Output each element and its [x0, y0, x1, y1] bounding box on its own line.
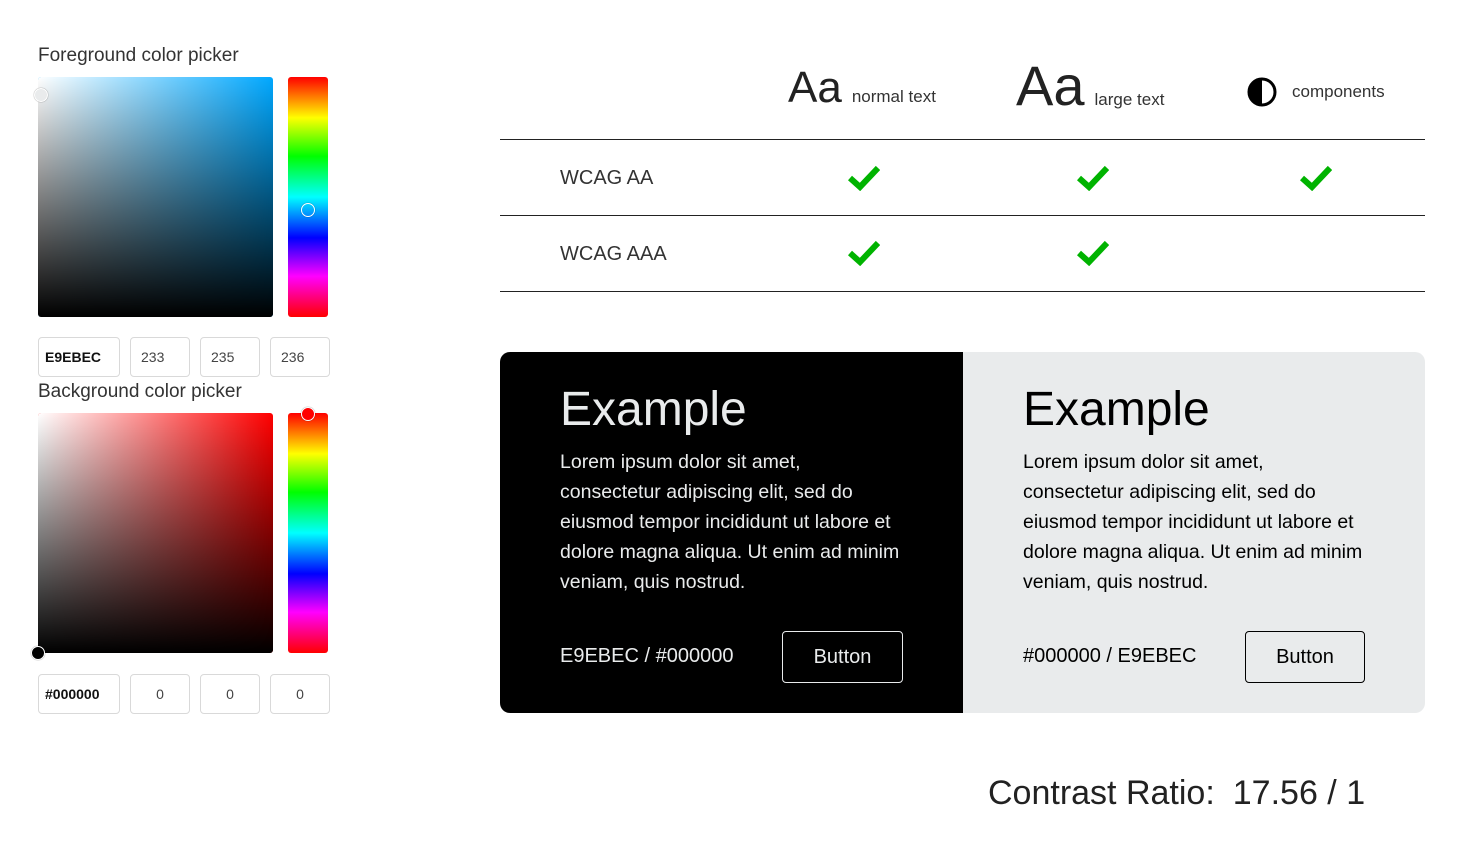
check-icon [848, 165, 880, 191]
foreground-green-input[interactable]: 235 [200, 337, 260, 377]
foreground-red-input[interactable]: 233 [130, 337, 190, 377]
foreground-picker-label: Foreground color picker [38, 45, 239, 66]
header-normal-text: Aa normal text [788, 66, 936, 110]
components-label: components [1292, 82, 1385, 101]
contrast-ratio-value: 17.56 / 1 [1232, 774, 1366, 812]
contrast-icon [1247, 77, 1277, 107]
background-blue-input[interactable]: 0 [270, 674, 330, 714]
dark-preview-color-pair: E9EBEC / #000000 [560, 645, 734, 667]
light-preview-button[interactable]: Button [1245, 631, 1365, 683]
foreground-saturation-value-area[interactable] [38, 77, 273, 317]
dark-preview-title: Example [560, 383, 747, 436]
contrast-ratio: Contrast Ratio: 17.56 / 1 [988, 774, 1365, 813]
foreground-hue-slider[interactable] [288, 77, 328, 317]
light-preview-color-pair: #000000 / E9EBEC [1023, 645, 1197, 667]
check-icon [1077, 165, 1109, 191]
contrast-ratio-label: Contrast Ratio: [988, 774, 1215, 812]
foreground-blue-input[interactable]: 236 [270, 337, 330, 377]
row-label-wcag-aaa: WCAG AAA [560, 243, 667, 265]
background-sv-handle[interactable] [31, 646, 45, 660]
background-hue-handle[interactable] [301, 407, 315, 421]
dark-preview-button[interactable]: Button [782, 631, 903, 683]
background-picker-label: Background color picker [38, 381, 242, 402]
background-green-input[interactable]: 0 [200, 674, 260, 714]
normal-text-label: normal text [851, 87, 936, 106]
foreground-hue-handle[interactable] [301, 203, 315, 217]
table-divider-middle [500, 215, 1425, 216]
foreground-sv-handle[interactable] [34, 88, 48, 102]
header-components: components [1246, 76, 1385, 108]
large-text-label: large text [1094, 90, 1165, 109]
check-icon [848, 240, 880, 266]
table-divider-top [500, 139, 1425, 140]
light-preview-title: Example [1023, 383, 1210, 436]
row-label-wcag-aa: WCAG AA [560, 167, 654, 189]
preview-panel: Example Lorem ipsum dolor sit amet, cons… [500, 352, 1425, 713]
background-hex-input[interactable]: #000000 [38, 674, 120, 714]
light-preview-pane: Example Lorem ipsum dolor sit amet, cons… [963, 352, 1425, 713]
light-preview-body: Lorem ipsum dolor sit amet, consectetur … [1023, 450, 1363, 593]
background-red-input[interactable]: 0 [130, 674, 190, 714]
header-large-text: Aa large text [1016, 58, 1164, 114]
dark-preview-pane: Example Lorem ipsum dolor sit amet, cons… [500, 352, 963, 713]
table-divider-bottom [500, 291, 1425, 292]
background-saturation-value-area[interactable] [38, 413, 273, 653]
large-text-glyph: Aa [1016, 54, 1085, 117]
dark-preview-body: Lorem ipsum dolor sit amet, consectetur … [560, 450, 900, 593]
check-icon [1300, 165, 1332, 191]
background-hue-slider[interactable] [288, 413, 328, 653]
foreground-hex-input[interactable]: E9EBEC [38, 337, 120, 377]
normal-text-glyph: Aa [788, 63, 842, 112]
check-icon [1077, 240, 1109, 266]
